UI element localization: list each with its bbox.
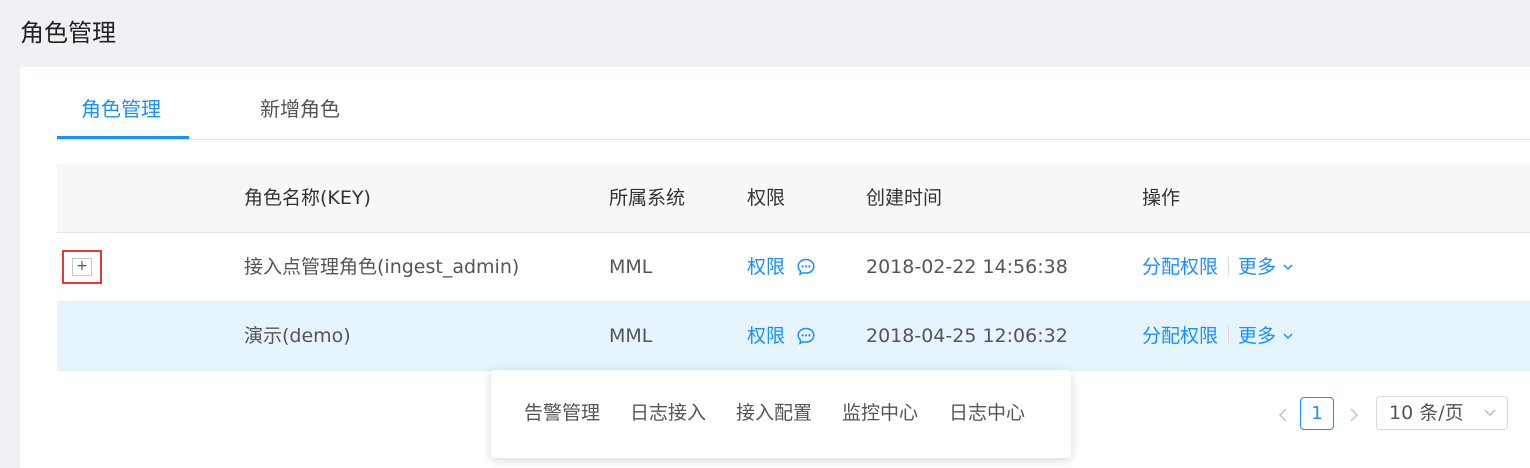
page-size-value[interactable]: 10 条/页	[1389, 397, 1464, 429]
tab-add-role[interactable]: 新增角色	[260, 94, 340, 124]
header-role-name: 角色名称(KEY)	[244, 187, 371, 209]
more-dropdown[interactable]: 更多	[1238, 256, 1294, 278]
popover-item: 告警管理	[524, 402, 601, 424]
header-permission: 权限	[747, 187, 786, 209]
header-system: 所属系统	[609, 187, 686, 209]
chat-bubble-icon[interactable]	[796, 325, 816, 355]
expand-row-button[interactable]: +	[72, 258, 92, 276]
pagination-page-1[interactable]: 1	[1300, 397, 1334, 430]
chevron-right-icon[interactable]	[1346, 404, 1362, 426]
assign-permission-link[interactable]: 分配权限	[1142, 325, 1218, 347]
more-label[interactable]: 更多	[1238, 256, 1276, 278]
expand-highlight: +	[62, 250, 102, 284]
table-row: + 接入点管理角色(ingest_admin) MML 权限 2018-02-2…	[57, 233, 1530, 302]
chevron-left-icon[interactable]	[1275, 404, 1291, 426]
chevron-down-icon[interactable]	[1282, 321, 1294, 351]
popover-item: 日志接入	[630, 402, 707, 424]
permission-label[interactable]: 权限	[747, 325, 785, 347]
chevron-down-icon[interactable]	[1282, 252, 1294, 282]
popover-item: 接入配置	[736, 402, 813, 424]
content-card: 角色管理 新增角色 角色名称(KEY) 所属系统 权限 创建时间 操作 + 接入…	[20, 67, 1530, 468]
created-time: 2018-04-25 12:06:32	[866, 325, 1068, 347]
header-created-time: 创建时间	[866, 187, 943, 209]
permissions-popover: 告警管理 日志接入 接入配置 监控中心 日志中心	[491, 370, 1071, 458]
more-label[interactable]: 更多	[1238, 325, 1276, 347]
role-system: MML	[609, 325, 653, 347]
active-tab-indicator	[57, 136, 189, 139]
page-title: 角色管理	[20, 19, 116, 47]
roles-table: 角色名称(KEY) 所属系统 权限 创建时间 操作 + 接入点管理角色(inge…	[57, 164, 1530, 371]
chat-bubble-icon[interactable]	[796, 256, 816, 286]
page-size-select[interactable]: 10 条/页	[1376, 396, 1508, 430]
tab-bar: 角色管理 新增角色	[57, 67, 1530, 140]
action-divider	[1228, 257, 1230, 275]
table-row: 演示(demo) MML 权限 2018-04-25 12:06:32 分配权限…	[57, 302, 1530, 371]
assign-permission-link[interactable]: 分配权限	[1142, 256, 1218, 278]
role-name: 演示(demo)	[244, 325, 351, 347]
action-divider	[1228, 326, 1230, 344]
chevron-down-icon[interactable]	[1483, 397, 1497, 439]
permission-label[interactable]: 权限	[747, 256, 785, 278]
header-actions: 操作	[1142, 187, 1181, 209]
role-name: 接入点管理角色(ingest_admin)	[244, 256, 520, 278]
role-system: MML	[609, 256, 653, 278]
permission-link[interactable]: 权限	[747, 252, 816, 286]
row-actions: 分配权限 更多	[1142, 252, 1294, 282]
table-header: 角色名称(KEY) 所属系统 权限 创建时间 操作	[57, 164, 1530, 233]
tab-role-management[interactable]: 角色管理	[81, 94, 161, 124]
more-dropdown[interactable]: 更多	[1238, 325, 1294, 347]
popover-item: 监控中心	[842, 402, 919, 424]
permission-link[interactable]: 权限	[747, 321, 816, 355]
row-actions: 分配权限 更多	[1142, 321, 1294, 351]
created-time: 2018-02-22 14:56:38	[866, 256, 1068, 278]
popover-item: 日志中心	[949, 402, 1026, 424]
